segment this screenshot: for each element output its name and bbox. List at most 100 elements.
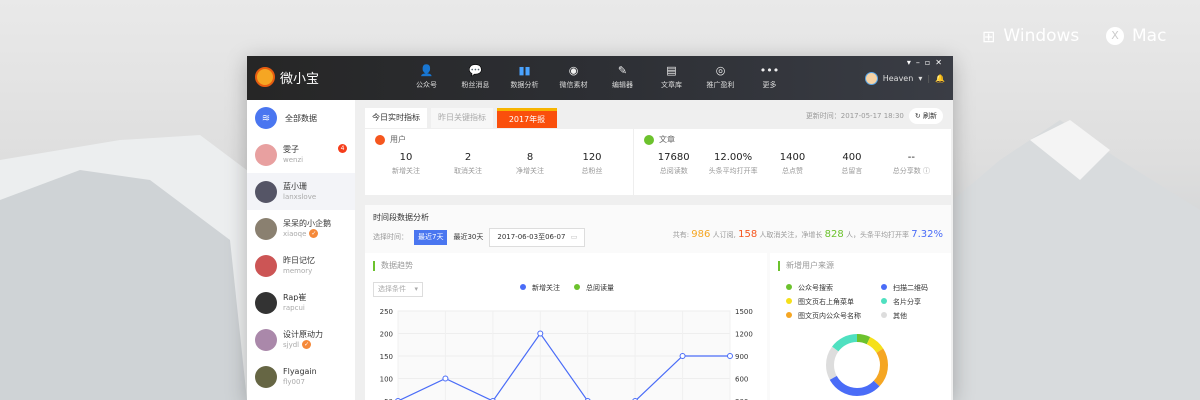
account-item[interactable]: 设计原动力 sjydl ✓ xyxy=(247,321,355,358)
data-point[interactable] xyxy=(537,330,544,337)
data-point[interactable] xyxy=(442,375,449,382)
sidebar-item-all[interactable]: ≋ 全部数据 xyxy=(247,100,355,136)
avatar xyxy=(255,180,277,203)
wechat-icon: ◉ xyxy=(568,64,579,77)
trend-panel: 数据趋势 选择条件 ▾ 新增关注 总阅读量 250 1500 200 1200 150 900… xyxy=(365,253,767,400)
more-icon: ••• xyxy=(759,64,780,77)
pin-icon[interactable]: ▾ xyxy=(907,58,916,67)
avatar xyxy=(255,143,277,166)
close-button[interactable]: ✕ xyxy=(935,58,947,67)
account-id: xiaoqe xyxy=(283,229,307,238)
stat-item: 2 取消关注 xyxy=(454,152,482,175)
data-point[interactable] xyxy=(727,353,733,359)
calendar-icon[interactable]: ▭ xyxy=(571,233,578,242)
unread-badge: 4 xyxy=(338,144,347,153)
tab-today[interactable]: 今日实时指标 xyxy=(365,108,427,128)
account-item[interactable]: Rap崔 rapcui xyxy=(247,284,355,321)
stat-item: 10 新增关注 xyxy=(392,152,420,175)
account-name: Flyagain xyxy=(283,366,317,376)
mac-icon: X xyxy=(1106,27,1124,45)
nav-item[interactable]: ••• 更多 xyxy=(745,64,794,90)
avatar xyxy=(255,328,277,351)
windows-icon: ⊞ xyxy=(982,26,996,46)
y-right-tick: 1200 xyxy=(735,331,753,339)
account-id: fly007 xyxy=(283,377,305,386)
stats-card: 用户 10 新增关注 2 取消关注 8 净增关注 120 总粉丝 文章 17680 总阅读数 12.0… xyxy=(365,129,951,195)
person-icon: 👤 xyxy=(419,64,434,77)
account-id: sjydl xyxy=(283,340,300,349)
y-left-tick: 150 xyxy=(380,353,393,361)
avatar xyxy=(255,217,277,240)
y-left-tick: 250 xyxy=(380,308,393,316)
last-7-days-button[interactable]: 最近7天 xyxy=(414,230,448,245)
y-left-tick: 200 xyxy=(380,331,393,339)
avatar[interactable] xyxy=(864,72,878,85)
app-logo: 微小宝 xyxy=(255,67,319,87)
nav-item[interactable]: 👤 公众号 xyxy=(402,64,451,90)
y-right-tick: 1500 xyxy=(735,308,753,316)
account-id: memory xyxy=(283,266,313,275)
trend-chart: 2501500200120015090010060050300 xyxy=(380,308,753,400)
pen-icon: ✎ xyxy=(617,64,628,77)
stat-item: 8 净增关注 xyxy=(516,152,544,175)
windows-download[interactable]: ⊞ Windows xyxy=(982,26,1079,46)
account-name: 昨日记忆 xyxy=(283,255,315,265)
account-name: 雯子 xyxy=(283,144,299,154)
account-item[interactable]: 雯子 wenzi 4 xyxy=(247,136,355,173)
account-item[interactable]: 昨日记忆 memory xyxy=(247,247,355,284)
main-nav: 👤 公众号 💬 粉丝消息 ▮▮ 数据分析 ◉ 微信素材 ✎ 编辑器 ▤ 文章库 ◎ 推广盈利 ••• 更多 xyxy=(402,64,794,90)
account-item[interactable]: 蓝小珊 lanxslove xyxy=(247,173,355,210)
nav-item[interactable]: 💬 粉丝消息 xyxy=(451,64,500,90)
account-item[interactable]: 呆呆的小企鹅 xiaoqe ✓ xyxy=(247,210,355,247)
tab-annual-report[interactable]: 2017年报 xyxy=(497,108,557,128)
stat-item: -- 总分享数 ⓘ xyxy=(892,152,930,175)
tab-yesterday[interactable]: 昨日关键指标 xyxy=(431,108,493,128)
y-right-tick: 900 xyxy=(735,353,748,361)
nav-item[interactable]: ✎ 编辑器 xyxy=(598,64,647,90)
last-30-days-button[interactable]: 最近30天 xyxy=(453,233,483,242)
nav-item[interactable]: ▤ 文章库 xyxy=(647,64,696,90)
analysis-title: 时间段数据分析 xyxy=(373,213,429,222)
sidebar: ≋ 全部数据 雯子 wenzi 4 蓝小珊 lanxslove 呆呆的小企鹅 xiaoqe ✓ 昨… xyxy=(247,100,355,400)
chevron-down-icon[interactable]: ▾ xyxy=(918,74,922,83)
account-name: 设计原动力 xyxy=(283,329,323,339)
logo-icon xyxy=(255,67,275,87)
stat-item: 17680 总阅读数 xyxy=(657,152,690,175)
user-name[interactable]: Heaven xyxy=(883,74,914,83)
money-bag-icon: ◎ xyxy=(715,64,726,77)
date-range-input[interactable]: 2017-06-03至06-07 ▭ xyxy=(489,228,586,247)
y-left-tick: 100 xyxy=(380,376,393,384)
layers-icon: ≋ xyxy=(255,107,277,129)
account-id: rapcui xyxy=(283,303,305,312)
title-bar: 微小宝 👤 公众号 💬 粉丝消息 ▮▮ 数据分析 ◉ 微信素材 ✎ 编辑器 ▤ 文章库 ◎ 推广盈利 •••… xyxy=(247,56,953,100)
account-name: Rap崔 xyxy=(283,292,307,302)
help-icon[interactable]: ⓘ xyxy=(923,167,930,175)
minimize-button[interactable]: – xyxy=(916,58,925,67)
source-panel: 新增用户来源 公众号搜索 扫描二维码 图文页右上角菜单 名片分享 图文页内公众号名称 其他 xyxy=(770,253,951,400)
account-item[interactable]: Flyagain fly007 xyxy=(247,358,355,395)
nav-item[interactable]: ◉ 微信素材 xyxy=(549,64,598,90)
stat-item: 1400 总点赞 xyxy=(779,152,806,175)
update-time: 更新时间：2017-05-17 18:30 xyxy=(805,112,904,120)
nav-item[interactable]: ▮▮ 数据分析 xyxy=(500,64,549,90)
source-donut xyxy=(826,334,888,396)
document-icon: ▤ xyxy=(666,64,677,77)
avatar xyxy=(255,291,277,314)
maximize-button[interactable]: ▫ xyxy=(925,58,935,67)
y-right-tick: 600 xyxy=(735,376,748,384)
refresh-button[interactable]: ↻ 刷新 xyxy=(908,108,943,124)
data-point[interactable] xyxy=(679,353,686,359)
avatar xyxy=(255,254,277,277)
bell-icon[interactable]: 🔔 xyxy=(935,74,945,83)
article-icon xyxy=(644,135,654,145)
analysis-card: 时间段数据分析 选择时间： 最近7天 最近30天 2017-06-03至06-07 ▭… xyxy=(365,205,951,400)
bar-chart-icon: ▮▮ xyxy=(518,64,531,77)
mac-download[interactable]: X Mac xyxy=(1106,26,1166,46)
account-name: 呆呆的小企鹅 xyxy=(283,218,331,228)
verified-icon: ✓ xyxy=(309,229,319,238)
avatar xyxy=(255,365,277,388)
summary-text: 共有: 986 人订阅, 158 人取消关注，净增长 828 人，头条平均打开率… xyxy=(672,229,943,240)
divider: | xyxy=(927,74,931,83)
nav-item[interactable]: ◎ 推广盈利 xyxy=(696,64,745,90)
app-window: 微小宝 👤 公众号 💬 粉丝消息 ▮▮ 数据分析 ◉ 微信素材 ✎ 编辑器 ▤ 文章库 ◎ 推广盈利 •••… xyxy=(247,56,953,400)
